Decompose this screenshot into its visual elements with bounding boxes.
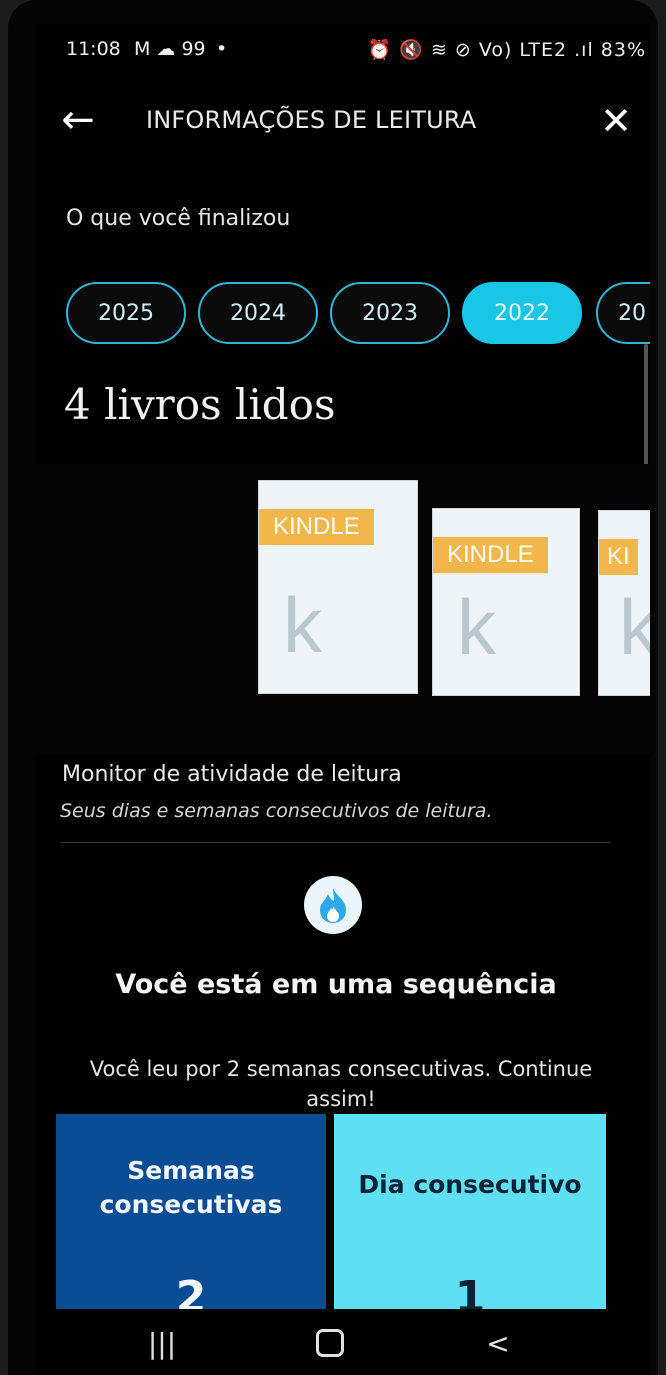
year-chip-2023[interactable]: 2023 (330, 282, 450, 344)
book-cover[interactable]: KI k (598, 510, 650, 696)
close-button[interactable]: ✕ (594, 98, 638, 146)
year-chip-2024[interactable]: 2024 (198, 282, 318, 344)
recents-button[interactable]: ||| (142, 1323, 182, 1363)
books-read-count: 4 livros lidos (64, 380, 336, 429)
finished-label: O que você finalizou (66, 206, 291, 231)
kindle-k-logo: k (457, 583, 496, 671)
status-dot: • (216, 38, 228, 60)
header: ← INFORMAÇÕES DE LEITURA ✕ (36, 88, 650, 160)
streak-title: Você está em uma sequência (115, 969, 557, 1000)
streak-description: Você leu por 2 semanas consecutivas. Con… (89, 1057, 593, 1111)
year-selector: 2025 2024 2023 2022 20 (66, 274, 650, 348)
monitor-subtitle: Seus dias e semanas consecutivos de leit… (60, 800, 493, 822)
weeks-label-line2: consecutivas (99, 1190, 283, 1219)
status-left-icons: M ☁ 99 (134, 38, 206, 60)
home-button[interactable] (310, 1323, 350, 1363)
day-streak-card: Dia consecutivo 1 (334, 1114, 606, 1323)
chevron-left-icon: < (486, 1326, 510, 1360)
year-chip-partial[interactable]: 20 (596, 282, 650, 344)
weeks-label-line1: Semanas (127, 1156, 255, 1185)
back-button[interactable]: ← (54, 98, 102, 146)
battery-level: 83% (600, 39, 646, 61)
kindle-k-logo: k (283, 581, 322, 669)
kindle-k-logo: k (619, 583, 650, 671)
weeks-streak-card: Semanas consecutivas 2 (56, 1114, 326, 1323)
year-chip-2022[interactable]: 2022 (462, 282, 582, 344)
kindle-tag: KI (599, 539, 638, 575)
home-icon (316, 1329, 344, 1357)
day-streak-label: Dia consecutivo (358, 1170, 582, 1199)
kindle-tag: KINDLE (259, 509, 374, 545)
arrow-left-icon: ← (61, 97, 95, 143)
kindle-tag: KINDLE (433, 537, 548, 573)
system-nav-bar: ||| < (36, 1309, 650, 1375)
weeks-streak-label: Semanas consecutivas (56, 1154, 326, 1222)
status-right: ⏰ 🔇 ≋ ⊘ Vo) LTE2 .ıl 83% (368, 38, 647, 61)
divider (60, 842, 610, 843)
book-cover[interactable]: KINDLE k (258, 480, 418, 694)
monitor-title: Monitor de atividade de leitura (62, 762, 402, 787)
screen: 11:08 M ☁ 99 • ⏰ 🔇 ≋ ⊘ Vo) LTE2 .ıl 83% … (36, 24, 650, 1375)
flame-icon (304, 876, 362, 934)
status-bar: 11:08 M ☁ 99 • ⏰ 🔇 ≋ ⊘ Vo) LTE2 .ıl 83% (66, 38, 646, 66)
page-title: INFORMAÇÕES DE LEITURA (146, 106, 477, 134)
close-icon: ✕ (600, 99, 632, 143)
book-cover[interactable]: KINDLE k (432, 508, 580, 696)
recents-icon: ||| (147, 1326, 177, 1360)
books-carousel: KINDLE k KINDLE k KI k (36, 464, 650, 754)
status-time: 11:08 (66, 38, 121, 60)
year-chip-2025[interactable]: 2025 (66, 282, 186, 344)
status-icons: ⏰ 🔇 ≋ ⊘ Vo) LTE2 .ıl (367, 39, 594, 61)
nav-back-button[interactable]: < (478, 1323, 518, 1363)
